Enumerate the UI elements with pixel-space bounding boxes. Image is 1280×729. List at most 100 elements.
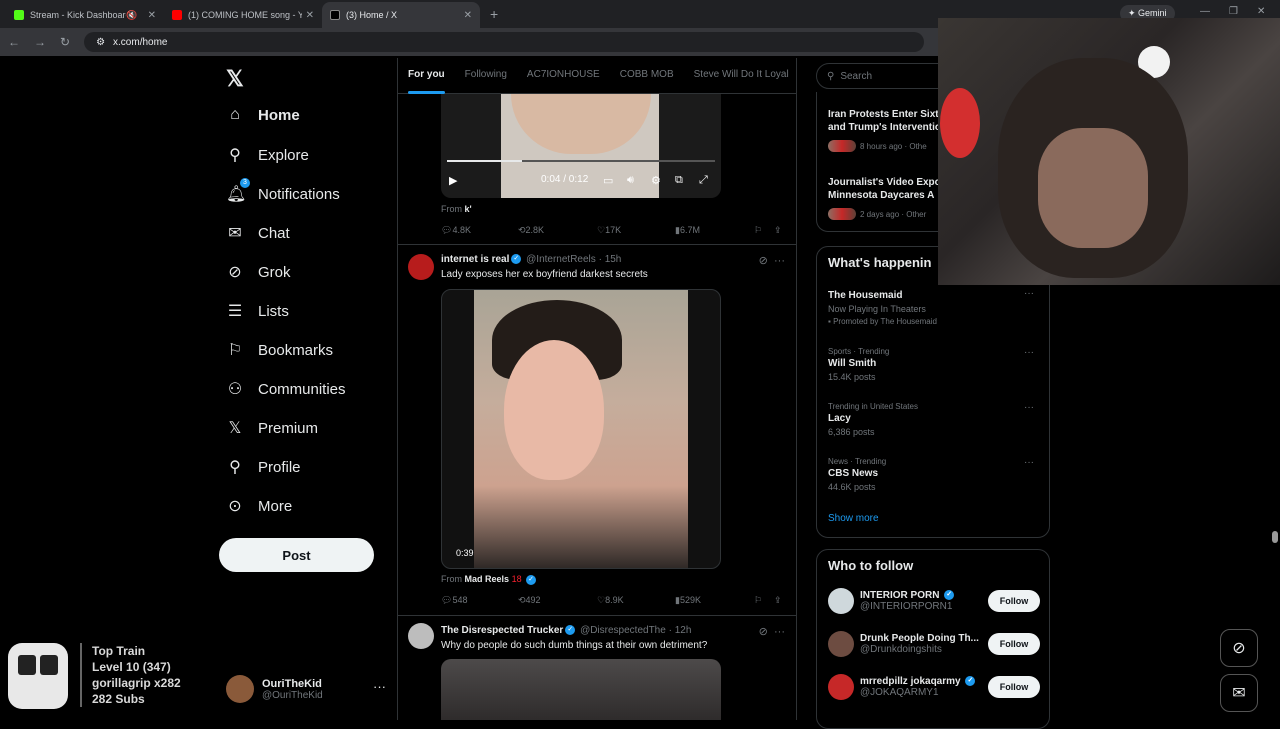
settings-icon[interactable]: ⚙	[651, 174, 661, 187]
trend-item[interactable]: The Housemaid Now Playing In Theaters ▪ …	[828, 288, 1040, 326]
close-window-icon[interactable]: ✕	[1257, 6, 1265, 17]
more-dots-icon[interactable]: ···	[1024, 288, 1034, 299]
fullscreen-icon[interactable]: ⤢	[699, 174, 708, 187]
repost-button[interactable]: ⟲ 2.8K	[518, 225, 544, 236]
nav-lists[interactable]: ☰ Lists	[226, 301, 289, 321]
post-time[interactable]: 12h	[675, 625, 692, 636]
close-tab-icon[interactable]: ✕	[148, 10, 156, 21]
like-button[interactable]: ♡ 17K	[597, 225, 621, 236]
reply-count: 4.8K	[452, 225, 471, 235]
tab-following[interactable]: Following	[455, 58, 517, 94]
back-icon[interactable]: ←	[8, 35, 20, 49]
url-field[interactable]: ⚙ x.com/home	[84, 32, 925, 52]
tab-for-you[interactable]: For you	[398, 58, 455, 94]
more-dots-icon[interactable]: ···	[1024, 347, 1034, 358]
share-icon[interactable]: ⇪	[774, 595, 782, 606]
follow-button[interactable]: Follow	[988, 633, 1040, 655]
follow-suggestion[interactable]: INTERIOR PORN ✓ @INTERIORPORN1 Follow	[828, 588, 1040, 614]
from-name[interactable]: k'	[465, 204, 472, 214]
nav-explore[interactable]: ⚲ Explore	[226, 145, 309, 165]
views-button[interactable]: ▮ 529K	[675, 595, 701, 606]
grok-fab-icon[interactable]: ⊘	[1220, 629, 1258, 667]
mute-icon[interactable]: 🔇	[126, 10, 137, 21]
follow-button[interactable]: Follow	[988, 590, 1040, 612]
nav-bookmarks[interactable]: ⚐ Bookmarks	[226, 340, 333, 360]
follow-button[interactable]: Follow	[988, 676, 1040, 698]
author-handle[interactable]: @DisrespectedThe	[580, 625, 666, 636]
trend-item[interactable]: Sports · Trending Will Smith 15.4K posts…	[828, 347, 1040, 382]
avatar[interactable]	[828, 674, 854, 700]
forward-icon[interactable]: →	[34, 35, 46, 49]
maximize-icon[interactable]: ❐	[1229, 6, 1238, 17]
browser-tab-youtube[interactable]: (1) COMING HOME song - YouT ✕	[164, 2, 322, 28]
new-tab-icon[interactable]: +	[480, 6, 508, 28]
stream-train-overlay: Top Train Level 10 (347) gorillagrip x28…	[8, 643, 181, 709]
reply-button[interactable]: 💬︎ 4.8K	[441, 225, 471, 236]
nav-notifications[interactable]: 🔔︎ 3 Notifications	[226, 178, 340, 204]
author-name[interactable]: internet is real	[441, 254, 509, 265]
reply-button[interactable]: 💬︎ 548	[441, 595, 467, 606]
grok-post-icon[interactable]: ⊘ ···	[759, 254, 785, 267]
follow-suggestion[interactable]: mrredpillz jokaqarmy ✓ @JOKAQARMY1 Follow	[828, 674, 1040, 700]
scrollbar-thumb[interactable]	[1272, 531, 1278, 543]
nav-premium[interactable]: 𝕏 Premium	[226, 418, 318, 438]
more-dots-icon[interactable]: ···	[1024, 457, 1034, 468]
close-tab-icon[interactable]: ✕	[306, 10, 314, 21]
more-dots-icon[interactable]: ···	[373, 679, 386, 694]
feed-tabs: For you Following AC7IONHOUSE COBB MOB S…	[398, 58, 796, 94]
trend-item[interactable]: Trending in United States Lacy 6,386 pos…	[828, 402, 1040, 437]
video-player[interactable]: 0:39	[441, 289, 721, 569]
avatar[interactable]	[828, 588, 854, 614]
avatar[interactable]	[408, 254, 434, 280]
nav-profile[interactable]: ⚲ Profile	[226, 457, 300, 477]
nav-grok[interactable]: ⊘ Grok	[226, 262, 290, 282]
news-title[interactable]: Iran Protests Enter Sixt and Trump's Int…	[828, 108, 948, 134]
url-text: x.com/home	[113, 36, 168, 48]
person-icon: ⚲	[229, 459, 241, 476]
share-icon[interactable]: ⇪	[774, 225, 782, 236]
repost-button[interactable]: ⟲ 492	[518, 595, 541, 606]
people-icon: ⚇	[227, 381, 243, 398]
author-handle[interactable]: @InternetReels	[526, 254, 596, 265]
video-player[interactable]: ▶ 0:04 / 0:12 ▭ 🔊︎ ⚙ ⧉ ⤢	[441, 94, 721, 198]
bookmark-icon[interactable]: ⚐	[754, 225, 762, 236]
trend-item[interactable]: News · Trending CBS News 44.6K posts ···	[828, 457, 1040, 492]
nav-communities[interactable]: ⚇ Communities	[226, 379, 346, 399]
avatar[interactable]	[828, 631, 854, 657]
x-logo-icon[interactable]: 𝕏	[226, 66, 244, 92]
views-button[interactable]: ▮ 6.7M	[675, 225, 700, 236]
tab-steve-will-do-it[interactable]: Steve Will Do It Loyal	[684, 58, 796, 94]
follow-suggestion[interactable]: Drunk People Doing Th... @Drunkdoingshits…	[828, 631, 1040, 657]
browser-tab-x[interactable]: (3) Home / X ✕	[322, 2, 480, 28]
pip-icon[interactable]: ⧉	[675, 174, 683, 187]
post-media[interactable]	[441, 659, 721, 720]
avatar[interactable]	[408, 623, 434, 649]
reload-icon[interactable]: ↻	[60, 35, 70, 49]
from-name[interactable]: Mad Reels	[465, 574, 510, 584]
nav-chat[interactable]: ✉ Chat	[226, 223, 289, 243]
post-button[interactable]: Post	[219, 538, 374, 572]
browser-tab-kick[interactable]: Stream - Kick Dashboard 🔇 ✕	[6, 2, 164, 28]
news-title[interactable]: Journalist's Video Expo Minnesota Daycar…	[828, 176, 948, 202]
minimize-icon[interactable]: —	[1200, 6, 1210, 17]
tab-ac7ionhouse[interactable]: AC7IONHOUSE	[517, 58, 610, 94]
post-time[interactable]: 15h	[605, 254, 622, 265]
more-dots-icon[interactable]: ···	[1024, 402, 1034, 413]
volume-icon[interactable]: 🔊︎	[627, 174, 634, 187]
messages-fab-icon[interactable]: ✉	[1220, 674, 1258, 712]
tab-cobb-mob[interactable]: COBB MOB	[610, 58, 684, 94]
news-meta: 8 hours ago · Othe	[828, 140, 927, 152]
grok-post-icon[interactable]: ⊘ ···	[759, 625, 785, 638]
account-switcher[interactable]: OuriTheKid @OuriTheKid ···	[226, 675, 386, 703]
site-info-icon[interactable]: ⚙	[96, 37, 105, 48]
show-more-link[interactable]: Show more	[828, 513, 879, 524]
nav-home[interactable]: ⌂ Home	[226, 106, 300, 124]
bookmark-icon[interactable]: ⚐	[754, 595, 762, 606]
captions-icon[interactable]: ▭	[603, 174, 613, 187]
nav-more[interactable]: ⊙ More	[226, 496, 292, 516]
author-name[interactable]: The Disrespected Trucker	[441, 625, 563, 636]
like-button[interactable]: ♡ 8.9K	[597, 595, 624, 606]
play-icon[interactable]: ▶	[449, 174, 457, 187]
video-progress-bar[interactable]	[447, 160, 715, 162]
close-tab-icon[interactable]: ✕	[464, 10, 472, 21]
